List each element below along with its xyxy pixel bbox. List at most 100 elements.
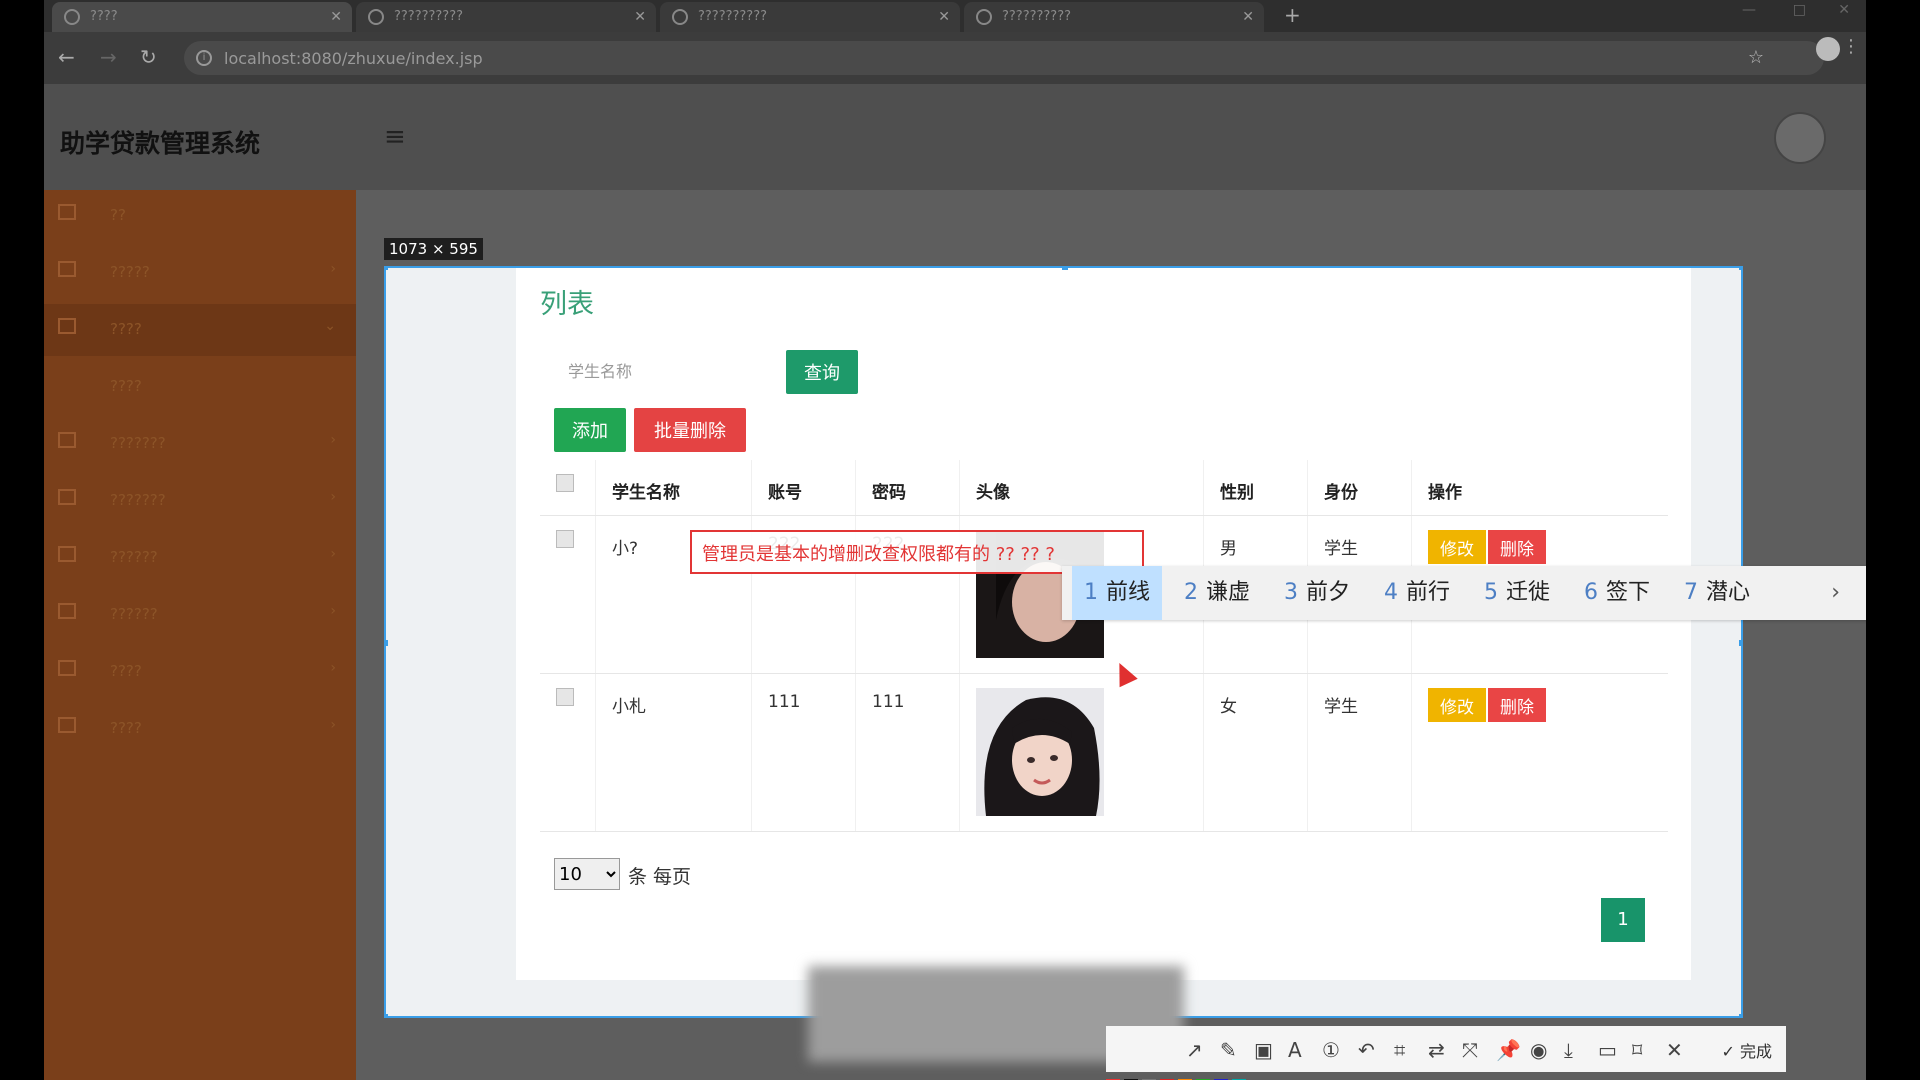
query-button[interactable]: 查询: [786, 350, 858, 394]
done-button[interactable]: ✓ 完成: [1721, 1038, 1772, 1062]
bookmark-icon[interactable]: ⌑: [1632, 1038, 1642, 1062]
sidebar-item[interactable]: ???? ›: [44, 703, 356, 755]
save-icon[interactable]: ▭: [1598, 1038, 1617, 1062]
ime-candidate[interactable]: 3 前夕: [1272, 566, 1362, 620]
sidebar-subitem[interactable]: ????: [44, 361, 356, 413]
page-size-select[interactable]: 10: [554, 858, 620, 890]
url-field[interactable]: i localhost:8080/zhuxue/index.jsp ☆: [184, 41, 1824, 75]
resize-handle[interactable]: [1062, 268, 1068, 270]
sidebar-item[interactable]: ???? ›: [44, 646, 356, 698]
ime-candidate[interactable]: 2 谦虚: [1172, 566, 1262, 620]
resize-handle[interactable]: [386, 640, 388, 646]
ime-candidate[interactable]: 6 签下: [1572, 566, 1662, 620]
ime-candidate[interactable]: 7 潜心: [1672, 566, 1762, 620]
sidebar-item-label: ????: [110, 377, 142, 395]
sidebar-item-label: ?????: [110, 263, 150, 281]
sidebar-item[interactable]: ?????? ›: [44, 532, 356, 584]
column-header: 账号: [752, 460, 856, 515]
cell-role: 学生: [1308, 674, 1412, 831]
translate-icon[interactable]: ⇄: [1428, 1038, 1445, 1062]
resize-handle[interactable]: [1739, 640, 1741, 646]
back-icon[interactable]: ←: [58, 45, 75, 69]
sidebar-item-home[interactable]: ??: [44, 190, 356, 242]
avatar[interactable]: [1774, 112, 1826, 164]
sidebar-item[interactable]: ?????? ›: [44, 589, 356, 641]
cell-name: 小札: [596, 674, 752, 831]
sidebar-item[interactable]: ????? ›: [44, 247, 356, 299]
cell-password: 111: [856, 674, 960, 831]
text-tool-icon[interactable]: A: [1288, 1038, 1302, 1062]
browser-tab[interactable]: ?????????? ✕: [964, 2, 1264, 32]
select-all-checkbox[interactable]: [556, 474, 574, 492]
color-swatches: [1106, 1072, 1416, 1080]
capture-region[interactable]: 列表 查询 添加 批量删除 学生名称 账号 密码 头像 性别 身份 操作 小? …: [384, 266, 1743, 1018]
browser-tab[interactable]: ???? ✕: [52, 2, 352, 32]
tab-title: ??????????: [698, 9, 767, 24]
record-icon[interactable]: ◉: [1530, 1038, 1547, 1062]
number-tool-icon[interactable]: ①: [1322, 1038, 1340, 1062]
ocr-icon[interactable]: ⌗: [1394, 1038, 1405, 1062]
globe-icon: [672, 9, 688, 25]
column-header: 操作: [1428, 483, 1462, 503]
reload-icon[interactable]: ↻: [140, 45, 157, 69]
resize-handle[interactable]: [1739, 1014, 1741, 1016]
menu-icon: [58, 489, 76, 505]
info-icon[interactable]: i: [196, 50, 212, 66]
close-icon[interactable]: ✕: [634, 2, 646, 32]
arrow-tool-icon[interactable]: ↗: [1186, 1038, 1203, 1062]
sidebar-item[interactable]: ??????? ›: [44, 418, 356, 470]
menu-icon: [58, 717, 76, 733]
close-icon[interactable]: ✕: [938, 2, 950, 32]
ime-candidate[interactable]: 4 前行: [1372, 566, 1462, 620]
undo-icon[interactable]: ↶: [1358, 1038, 1375, 1062]
globe-icon: [368, 9, 384, 25]
kebab-menu-icon[interactable]: ⋮: [1842, 36, 1860, 57]
new-tab-icon[interactable]: +: [1284, 0, 1301, 30]
sidebar-item-label: ??: [110, 206, 126, 224]
profile-icon[interactable]: [1816, 37, 1840, 61]
resize-handle[interactable]: [386, 268, 388, 270]
pagination-page-button[interactable]: 1: [1601, 898, 1645, 942]
minimize-icon[interactable]: —: [1742, 2, 1756, 18]
resize-handle[interactable]: [1739, 268, 1741, 270]
ime-candidate[interactable]: 1 前线: [1072, 566, 1163, 620]
delete-button[interactable]: 删除: [1488, 530, 1546, 564]
close-icon[interactable]: ✕: [330, 2, 342, 32]
expand-icon[interactable]: ⤧: [1462, 1038, 1478, 1062]
browser-tab[interactable]: ?????????? ✕: [356, 2, 656, 32]
download-icon[interactable]: ⤓: [1564, 1038, 1573, 1062]
globe-icon: [64, 9, 80, 25]
chevron-icon: ›: [330, 717, 336, 733]
row-checkbox[interactable]: [556, 688, 574, 706]
edit-button[interactable]: 修改: [1428, 530, 1486, 564]
cell-gender: 女: [1204, 674, 1308, 831]
bookmark-star-icon[interactable]: ☆: [1748, 47, 1764, 68]
sidebar-item[interactable]: ??????? ›: [44, 475, 356, 527]
mosaic-tool-icon[interactable]: ▣: [1254, 1038, 1273, 1062]
sidebar-item-label: ????: [110, 320, 142, 338]
batch-delete-button[interactable]: 批量删除: [634, 408, 746, 452]
forward-icon[interactable]: →: [100, 45, 117, 69]
sidebar-item-student[interactable]: ???? ⌄: [44, 304, 356, 356]
student-name-search-input[interactable]: [542, 350, 762, 392]
column-header: 身份: [1308, 460, 1412, 515]
ime-candidate[interactable]: 5 迁徙: [1472, 566, 1562, 620]
delete-button[interactable]: 删除: [1488, 688, 1546, 722]
hamburger-icon[interactable]: ≡: [384, 122, 406, 152]
close-window-icon[interactable]: ✕: [1838, 2, 1850, 18]
browser-tab[interactable]: ?????????? ✕: [660, 2, 960, 32]
list-panel: 列表 查询 添加 批量删除 学生名称 账号 密码 头像 性别 身份 操作 小? …: [516, 268, 1691, 980]
close-icon[interactable]: ✕: [1666, 1038, 1683, 1062]
pin-icon[interactable]: 📌: [1496, 1038, 1521, 1062]
add-button[interactable]: 添加: [554, 408, 626, 452]
ime-next-page-icon[interactable]: ›: [1831, 566, 1840, 620]
close-icon[interactable]: ✕: [1242, 2, 1254, 32]
resize-handle[interactable]: [386, 1014, 388, 1016]
chevron-icon: ›: [330, 261, 336, 277]
edit-button[interactable]: 修改: [1428, 688, 1486, 722]
menu-icon: [58, 261, 76, 277]
pen-tool-icon[interactable]: ✎: [1220, 1038, 1237, 1062]
row-checkbox[interactable]: [556, 530, 574, 548]
maximize-icon[interactable]: □: [1793, 2, 1806, 18]
flag-icon: [58, 204, 76, 220]
